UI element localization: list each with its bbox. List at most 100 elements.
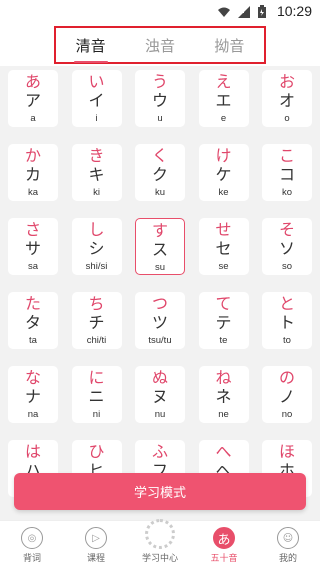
wifi-icon [217,4,231,18]
nav-label: 五十音 [210,554,238,564]
romaji: ka [27,187,39,198]
katakana: チ [88,313,105,332]
kana-grid: あア a いイ i うウ u えエ e おオ o かカ ka きキ ki くク ku けケ ke こコ ko さサ sa し… [8,70,312,497]
hiragana: へ [215,442,232,461]
nav-item-0[interactable]: ◎ 背词 [2,527,62,564]
tab-2[interactable]: 拗音 [210,35,248,56]
katakana: シ [88,239,105,258]
kana-cell[interactable]: ねネ ne [198,366,249,423]
nav-label: 我的 [278,554,297,564]
katakana: ソ [278,239,295,258]
kana-cell[interactable]: ちチ chi/ti [71,292,122,349]
katakana: セ [215,239,232,258]
nav-item-3[interactable]: あ五十音 [194,527,254,564]
hiragana: す [151,221,168,240]
hiragana: ひ [88,442,105,461]
romaji: u [157,113,163,124]
katakana: ツ [151,313,168,332]
kana-cell[interactable]: おオo [262,70,312,127]
study-mode-button[interactable]: 学习模式 [14,473,306,510]
hiragana: し [88,220,105,239]
nav-label: 学习中心 [141,554,178,564]
romaji: nu [154,409,166,420]
hiragana: ぬ [151,368,168,387]
kana-cell[interactable]: にニ ni [71,366,122,423]
katakana: ヌ [151,387,168,406]
kana-cell[interactable]: きキ ki [71,144,122,201]
kana-cell[interactable]: こコ ko [262,144,312,201]
romaji: e [220,113,227,124]
katakana: エ [215,91,232,110]
kana-cell[interactable]: さサ sa [8,218,58,275]
nav-item-1[interactable]: ▷ 课程 [66,527,126,564]
hiragana: ほ [278,442,295,461]
katakana: カ [24,165,41,184]
kana-cell[interactable]: くク ku [135,144,185,201]
katakana: コ [278,165,295,184]
katakana: ク [151,165,168,184]
romaji: ki [93,187,100,198]
romaji: ke [218,187,229,198]
kana-cell[interactable]: かカ ka [8,144,58,201]
hiragana: い [88,72,105,91]
nav-label: 背词 [22,554,41,564]
kana-cell[interactable]: えエe [198,70,249,127]
katakana: ノ [278,387,295,406]
katakana: ニ [88,387,105,406]
tab-1[interactable]: 浊音 [141,35,179,56]
romaji: ku [154,187,166,198]
romaji: a [30,113,36,124]
romaji: to [283,335,291,346]
katakana: ナ [24,387,41,406]
katakana: オ [278,91,295,110]
kana-type-tabs: 清音 浊音 拗音 [54,26,266,64]
kana-cell[interactable]: なナ na [8,366,58,423]
hiragana: は [24,442,41,461]
katakana: ア [24,91,41,110]
kana-cell[interactable]: てテ te [198,292,249,349]
nav-label: 课程 [86,554,105,564]
tab-0[interactable]: 清音 [72,35,110,63]
kana-cell[interactable]: つツ tsu/tu [135,292,185,349]
hiragana: か [24,146,41,165]
katakana: ウ [151,91,168,110]
hiragana: た [24,294,41,313]
kana-cell[interactable]: すス su [135,218,185,275]
hiragana: ち [88,294,105,313]
hiragana: け [215,146,232,165]
learning-center-icon [145,519,175,549]
kana-cell[interactable]: うウu [135,70,185,127]
nav-item-4[interactable]: ☺ 我的 [258,527,318,564]
play-icon: ▷ [85,527,107,549]
romaji: chi/ti [86,335,107,346]
kana-cell[interactable]: いイi [71,70,122,127]
kana-cell[interactable]: のノ no [262,366,312,423]
profile-icon: ☺ [277,527,299,549]
kana-cell[interactable]: とト to [262,292,312,349]
kana-cell[interactable]: たタ ta [8,292,58,349]
hiragana: さ [24,220,41,239]
kana-cell[interactable]: ぬヌ nu [135,366,185,423]
kana-cell[interactable]: けケ ke [198,144,249,201]
katakana: ネ [215,387,232,406]
kana-cell[interactable]: あアa [8,70,58,127]
katakana: イ [88,91,105,110]
kana-cell[interactable]: せセ se [198,218,249,275]
romaji: te [219,335,228,346]
katakana: サ [24,239,41,258]
romaji: se [218,261,229,272]
signal-icon [237,4,251,18]
katakana: タ [24,313,41,332]
katakana: テ [215,313,232,332]
kana-cell[interactable]: しシ shi/si [71,218,122,275]
romaji: no [281,409,293,420]
romaji: ni [92,409,101,420]
nav-item-2[interactable]: 学习中心 [130,519,190,564]
kana-cell[interactable]: そソ so [262,218,312,275]
romaji: tsu/tu [148,335,172,346]
katakana: ス [151,240,168,259]
hiragana: て [215,294,232,313]
romaji: ne [218,409,229,420]
romaji: o [284,113,290,124]
hiragana: と [278,294,295,313]
